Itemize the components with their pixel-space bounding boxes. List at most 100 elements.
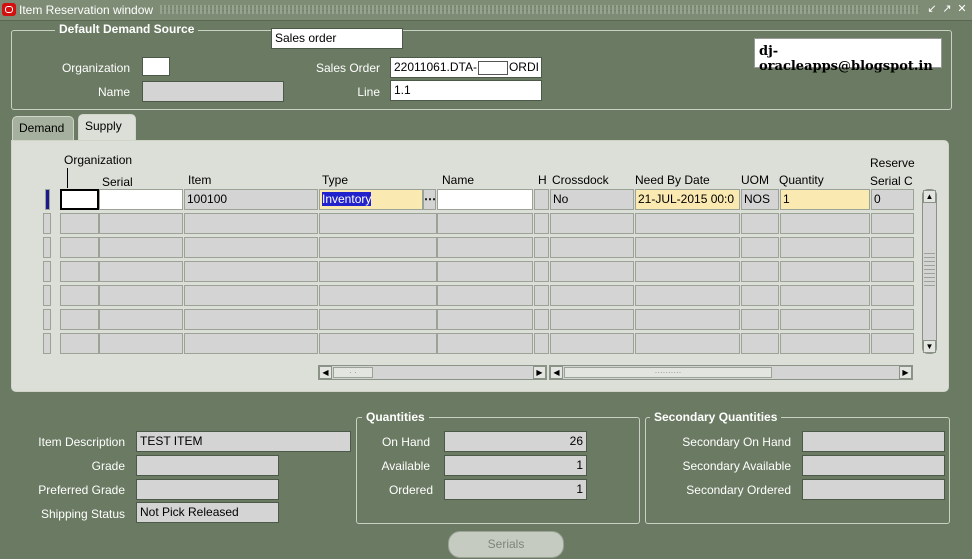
row-need-by-date[interactable]: [635, 213, 740, 234]
row-h[interactable]: [534, 261, 549, 282]
row1-organization[interactable]: [60, 189, 99, 210]
sales-order-field[interactable]: 22011061.DTA- ORDI: [390, 57, 542, 78]
row-type[interactable]: [319, 333, 437, 354]
row-name[interactable]: [437, 285, 533, 306]
row-quantity[interactable]: [780, 237, 870, 258]
row-organization[interactable]: [60, 261, 99, 282]
row-crossdock[interactable]: [550, 213, 634, 234]
tab-demand[interactable]: Demand: [12, 116, 74, 140]
row-uom[interactable]: [741, 285, 779, 306]
tab-supply[interactable]: Supply: [78, 114, 136, 140]
preferred-grade-field[interactable]: [136, 479, 279, 500]
row-indicator[interactable]: [43, 309, 51, 330]
row1-name[interactable]: [437, 189, 533, 210]
row-crossdock[interactable]: [550, 309, 634, 330]
row-serial[interactable]: [99, 309, 183, 330]
row-organization[interactable]: [60, 213, 99, 234]
row-serial[interactable]: [99, 285, 183, 306]
row-type[interactable]: [319, 237, 437, 258]
row-uom[interactable]: [741, 237, 779, 258]
maximize-icon[interactable]: ↗: [940, 2, 954, 17]
row-quantity[interactable]: [780, 213, 870, 234]
secondary-available-field[interactable]: [802, 455, 945, 476]
row-indicator[interactable]: [43, 213, 51, 234]
row-h[interactable]: [534, 309, 549, 330]
row-type[interactable]: [319, 213, 437, 234]
row1-serial[interactable]: [99, 189, 183, 210]
scroll-right-icon[interactable]: ▶: [899, 366, 912, 379]
row-name[interactable]: [437, 213, 533, 234]
row-item[interactable]: [184, 285, 318, 306]
row-uom[interactable]: [741, 213, 779, 234]
row-need-by-date[interactable]: [635, 237, 740, 258]
row-name[interactable]: [437, 261, 533, 282]
ordered-field[interactable]: 1: [444, 479, 587, 500]
scroll-left-icon[interactable]: ◀: [550, 366, 563, 379]
serials-button[interactable]: Serials: [448, 531, 564, 558]
row-type[interactable]: [319, 285, 437, 306]
row-h[interactable]: [534, 213, 549, 234]
scroll-thumb-left[interactable]: · ·: [333, 367, 373, 378]
row-organization[interactable]: [60, 333, 99, 354]
row-crossdock[interactable]: [550, 333, 634, 354]
row1-item[interactable]: 100100: [184, 189, 318, 210]
row-crossdock[interactable]: [550, 261, 634, 282]
row-reserve-serial[interactable]: [871, 333, 914, 354]
row-name[interactable]: [437, 309, 533, 330]
row1-crossdock[interactable]: No: [550, 189, 634, 210]
row-item[interactable]: [184, 261, 318, 282]
row-item[interactable]: [184, 333, 318, 354]
row1-need-by-date[interactable]: 21-JUL-2015 00:0: [635, 189, 740, 210]
row-serial[interactable]: [99, 333, 183, 354]
row1-quantity[interactable]: 1: [780, 189, 870, 210]
secondary-on-hand-field[interactable]: [802, 431, 945, 452]
scroll-thumb-right[interactable]: ··········: [564, 367, 772, 378]
scroll-left-icon[interactable]: ◀: [319, 366, 332, 379]
row-crossdock[interactable]: [550, 285, 634, 306]
row-item[interactable]: [184, 237, 318, 258]
row-organization[interactable]: [60, 285, 99, 306]
row-reserve-serial[interactable]: [871, 213, 914, 234]
row-h[interactable]: [534, 285, 549, 306]
row-organization[interactable]: [60, 237, 99, 258]
row-quantity[interactable]: [780, 261, 870, 282]
row-h[interactable]: [534, 237, 549, 258]
row-need-by-date[interactable]: [635, 285, 740, 306]
row-uom[interactable]: [741, 309, 779, 330]
row1-uom[interactable]: NOS: [741, 189, 779, 210]
row-item[interactable]: [184, 309, 318, 330]
scroll-right-icon[interactable]: ▶: [533, 366, 546, 379]
row-organization[interactable]: [60, 309, 99, 330]
row-serial[interactable]: [99, 237, 183, 258]
scroll-down-icon[interactable]: ▼: [923, 340, 936, 353]
row1-reserve-serial[interactable]: 0: [871, 189, 914, 210]
line-field[interactable]: 1.1: [390, 80, 542, 101]
on-hand-field[interactable]: 26: [444, 431, 587, 452]
row-item[interactable]: [184, 213, 318, 234]
close-icon[interactable]: ✕: [955, 2, 969, 17]
row-quantity[interactable]: [780, 285, 870, 306]
row-name[interactable]: [437, 237, 533, 258]
row-indicator[interactable]: [43, 285, 51, 306]
row1-type[interactable]: Inventory: [319, 189, 423, 210]
scroll-up-icon[interactable]: ▲: [923, 190, 936, 203]
row-indicator[interactable]: [43, 237, 51, 258]
grade-field[interactable]: [136, 455, 279, 476]
row1-h[interactable]: [534, 189, 549, 210]
row-quantity[interactable]: [780, 309, 870, 330]
row-indicator-current[interactable]: [45, 189, 50, 210]
row-type[interactable]: [319, 309, 437, 330]
available-field[interactable]: 1: [444, 455, 587, 476]
item-description-field[interactable]: TEST ITEM: [136, 431, 351, 452]
row-reserve-serial[interactable]: [871, 285, 914, 306]
row-reserve-serial[interactable]: [871, 261, 914, 282]
row-reserve-serial[interactable]: [871, 237, 914, 258]
scroll-thumb-grip[interactable]: [924, 252, 935, 286]
row-type[interactable]: [319, 261, 437, 282]
organization-field[interactable]: [142, 57, 170, 76]
row-indicator[interactable]: [43, 261, 51, 282]
row-need-by-date[interactable]: [635, 309, 740, 330]
row-need-by-date[interactable]: [635, 333, 740, 354]
row-serial[interactable]: [99, 261, 183, 282]
row-crossdock[interactable]: [550, 237, 634, 258]
